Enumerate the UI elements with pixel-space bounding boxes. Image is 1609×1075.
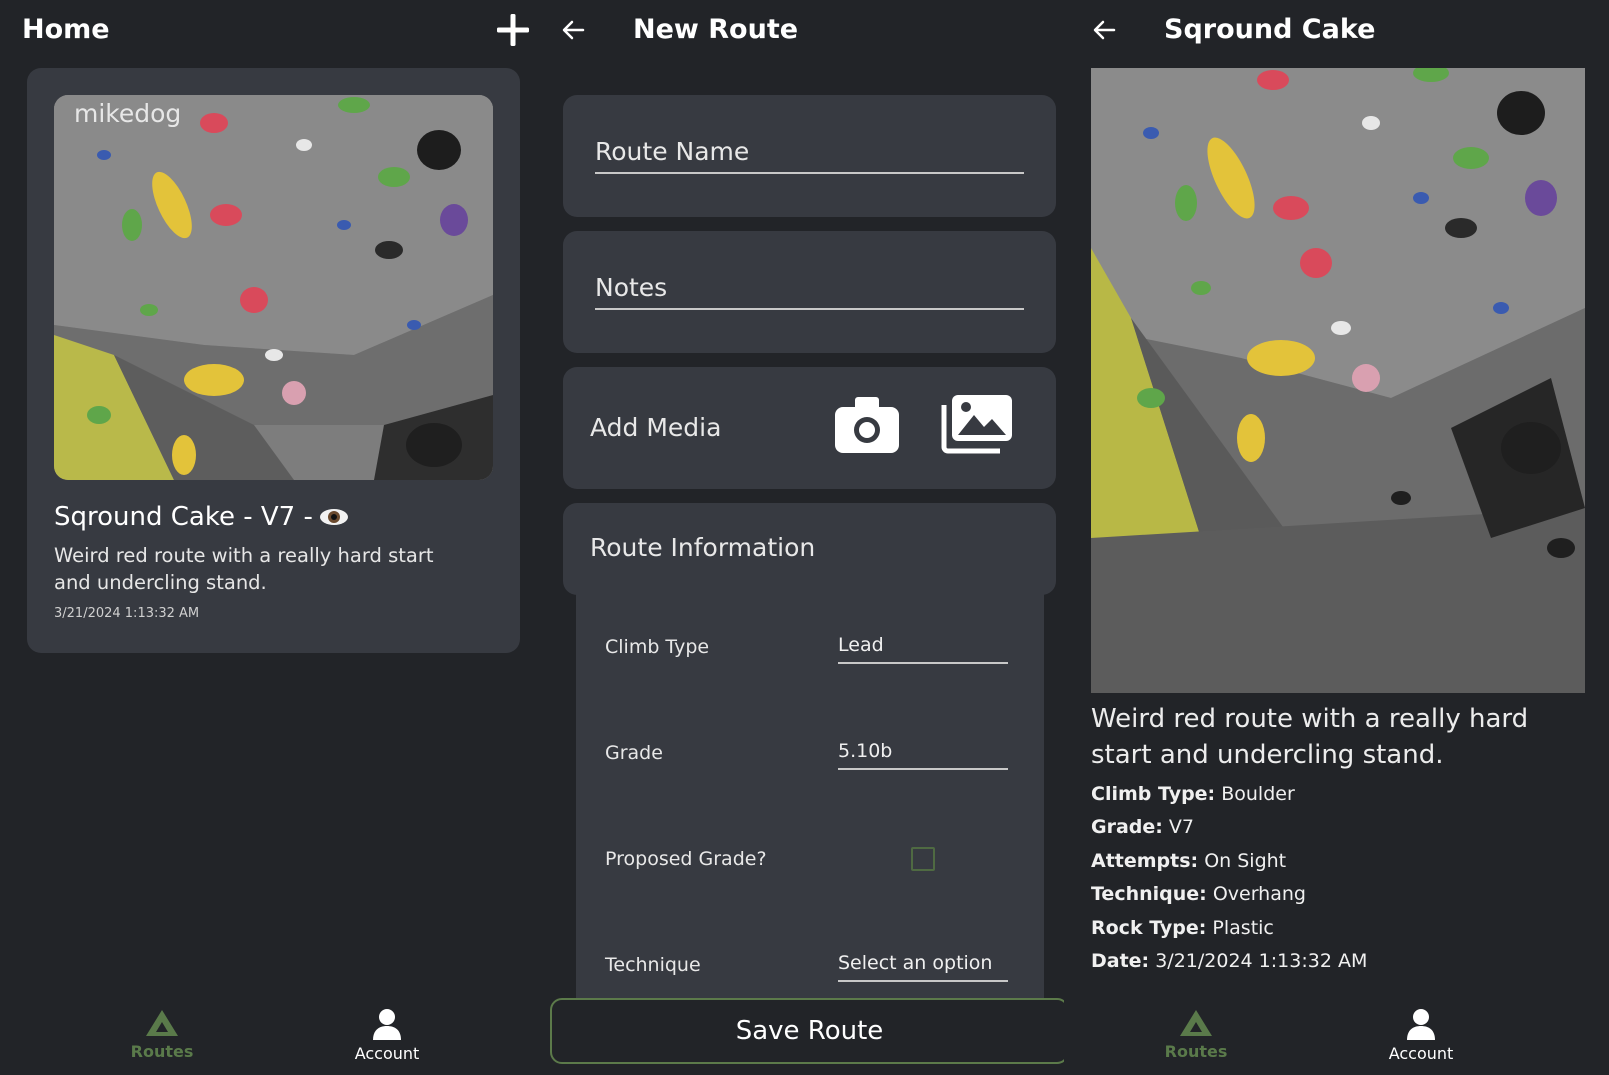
person-icon [373, 1009, 401, 1040]
nav-routes-label: Routes [1164, 1042, 1228, 1061]
route-card-date: 3/21/2024 1:13:32 AM [54, 606, 200, 621]
new-route-screen: New Route Route Name Notes Add Media Rou… [533, 0, 1064, 1075]
technique-label: Technique [605, 954, 701, 976]
route-card-title-text: Sqround Cake - V7 - [54, 502, 313, 532]
nav-account[interactable]: Account [1351, 1008, 1491, 1063]
rock-type-key: Rock Type: [1091, 917, 1207, 939]
detail-attempts: Attempts: On Sight [1091, 850, 1286, 872]
page-title: Sqround Cake [1164, 14, 1376, 45]
bottom-nav: Routes Account [0, 1000, 533, 1075]
grade-label: Grade [605, 742, 663, 764]
detail-grade: Grade: V7 [1091, 816, 1194, 838]
technique-key: Technique: [1091, 883, 1207, 905]
route-description: Weird red route with a really hard start… [1091, 704, 1529, 770]
grade-value: V7 [1168, 816, 1195, 838]
page-title: New Route [633, 14, 799, 45]
route-name-card: Route Name [563, 95, 1056, 217]
detail-rock-type: Rock Type: Plastic [1091, 917, 1274, 939]
route-photo [1091, 68, 1585, 693]
nav-routes-label: Routes [130, 1042, 194, 1061]
detail-topbar: Sqround Cake [1064, 0, 1609, 64]
route-photo: mikedog [54, 95, 493, 480]
rock-type-value: Plastic [1212, 917, 1274, 939]
route-information-panel: Climb Type Lead Grade 5.10b Proposed Gra… [576, 590, 1044, 1000]
back-arrow-icon[interactable] [1092, 18, 1116, 42]
detail-climb-type: Climb Type: Boulder [1091, 783, 1295, 805]
home-topbar: Home [0, 0, 533, 64]
date-value: 3/21/2024 1:13:32 AM [1155, 950, 1368, 972]
new-route-topbar: New Route [533, 0, 1064, 64]
grade-key: Grade: [1091, 816, 1163, 838]
route-name-input[interactable]: Route Name [595, 137, 1024, 174]
add-media-card: Add Media [563, 367, 1056, 489]
gallery-icon[interactable] [938, 393, 1014, 455]
mountain-icon [1180, 1010, 1212, 1036]
proposed-grade-checkbox[interactable] [911, 847, 935, 871]
route-detail-screen: Sqround Cake Weird red route with a real… [1064, 0, 1609, 1075]
route-information-header: Route Information [590, 533, 816, 562]
nav-account[interactable]: Account [317, 1008, 457, 1063]
climb-type-label: Climb Type [605, 636, 710, 658]
grade-select[interactable]: 5.10b [838, 740, 1008, 770]
detail-technique: Technique: Overhang [1091, 883, 1306, 905]
route-card[interactable]: mikedog Sqround Cake - V7 - Weird red ro… [27, 68, 520, 653]
route-card-description: Weird red route with a really hard start… [54, 544, 434, 594]
nav-account-label: Account [1388, 1044, 1454, 1063]
technique-select[interactable]: Select an option [838, 952, 1008, 982]
plus-icon[interactable] [496, 13, 530, 47]
route-card-title: Sqround Cake - V7 - [54, 502, 349, 532]
bottom-nav: Routes Account [1064, 1000, 1609, 1075]
mountain-icon [146, 1010, 178, 1036]
date-key: Date: [1091, 950, 1150, 972]
route-information-card: Route Information [563, 503, 1056, 595]
home-screen: Home mikedog Sqround Cake - V7 - Weird r… [0, 0, 533, 1075]
notes-input[interactable]: Notes [595, 273, 1024, 310]
nav-routes[interactable]: Routes [92, 1008, 232, 1061]
climb-type-select[interactable]: Lead [838, 634, 1008, 664]
eye-icon [319, 509, 348, 525]
nav-routes[interactable]: Routes [1126, 1008, 1266, 1061]
photo-username: mikedog [74, 99, 182, 128]
nav-account-label: Account [354, 1044, 420, 1063]
person-icon [1407, 1009, 1435, 1040]
attempts-value: On Sight [1204, 850, 1287, 872]
technique-value: Overhang [1212, 883, 1306, 905]
save-route-button[interactable]: Save Route [550, 998, 1064, 1064]
climb-type-key: Climb Type: [1091, 783, 1216, 805]
camera-icon[interactable] [833, 395, 901, 455]
back-arrow-icon[interactable] [561, 18, 585, 42]
notes-card: Notes [563, 231, 1056, 353]
detail-date: Date: 3/21/2024 1:13:32 AM [1091, 950, 1367, 972]
add-media-label: Add Media [590, 413, 722, 442]
climb-type-value: Boulder [1221, 783, 1295, 805]
proposed-grade-label: Proposed Grade? [605, 848, 767, 870]
attempts-key: Attempts: [1091, 850, 1199, 872]
page-title: Home [22, 14, 110, 45]
